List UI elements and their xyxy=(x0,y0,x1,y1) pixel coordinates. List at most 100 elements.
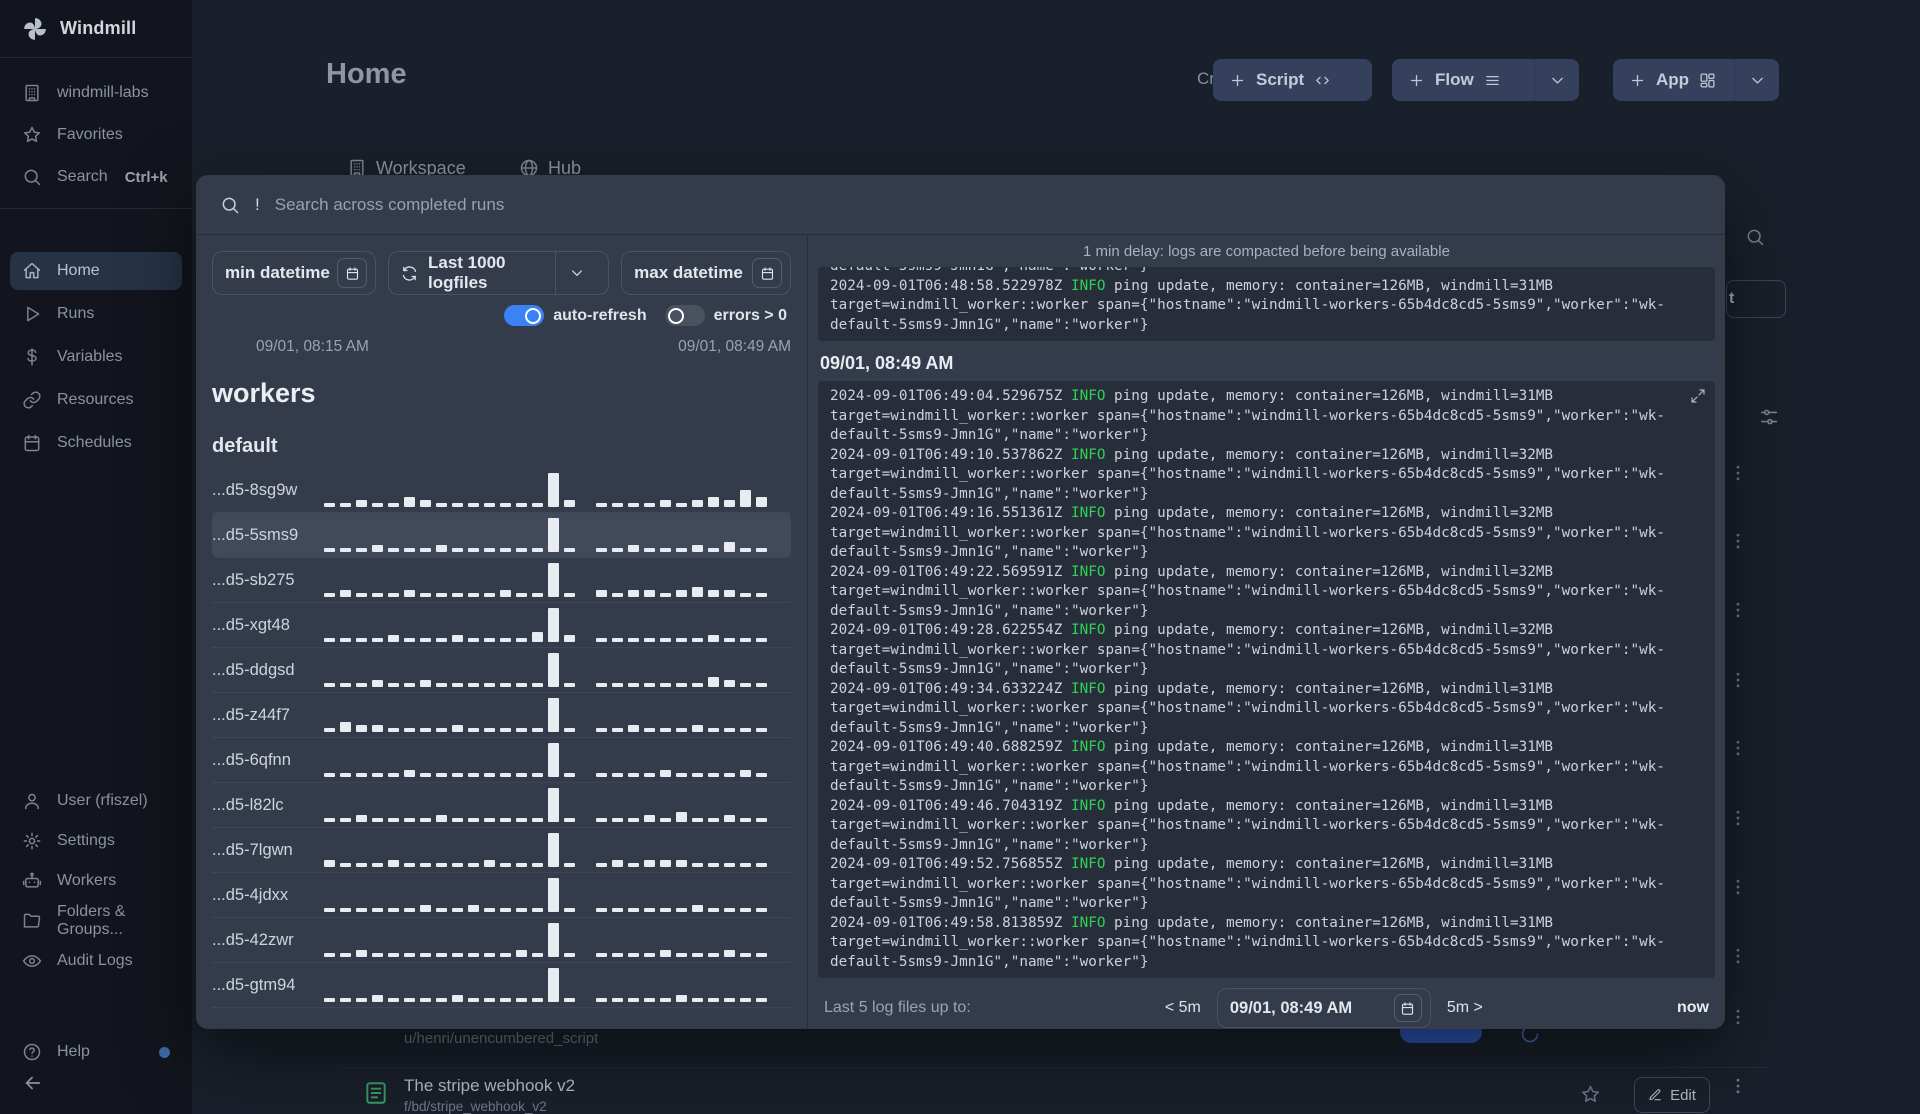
menu-icon xyxy=(1484,72,1501,89)
create-flow-button[interactable]: Flow xyxy=(1392,59,1579,101)
worker-row[interactable]: ...d5-sb275 xyxy=(212,558,791,603)
worker-row[interactable]: ...d5-ddgsd xyxy=(212,648,791,693)
errors-toggle[interactable]: errors > 0 xyxy=(664,305,787,326)
script-title[interactable]: The stripe webhook v2 xyxy=(404,1076,575,1096)
sidebar-item-windmill-labs[interactable]: windmill-labs xyxy=(0,72,192,114)
building-icon xyxy=(22,83,42,103)
sidebar-item-folders-groups[interactable]: Folders & Groups... xyxy=(0,901,192,941)
chevron-down-icon[interactable] xyxy=(556,265,598,281)
now-button[interactable]: now xyxy=(1677,999,1709,1017)
calendar-icon[interactable] xyxy=(337,258,367,288)
runs-search-input[interactable]: ! Search across completed runs xyxy=(196,175,1725,235)
toggle-knob xyxy=(667,307,684,324)
collapse-sidebar-button[interactable] xyxy=(22,1072,44,1094)
spark-bar xyxy=(388,818,399,822)
log-line: default-5sms9-Jmn1G","name":"worker"} xyxy=(830,661,1149,677)
spark-bar xyxy=(324,593,335,597)
create-app-main[interactable]: App xyxy=(1613,59,1734,101)
search-icon[interactable] xyxy=(1745,227,1765,247)
worker-row[interactable]: ...d5-z44f7 xyxy=(212,693,791,738)
spark-bar xyxy=(564,728,575,732)
spark-bar xyxy=(516,773,527,777)
min-datetime-input[interactable]: min datetime xyxy=(212,251,376,295)
create-script-button[interactable]: Script xyxy=(1213,59,1372,101)
sidebar-item-search[interactable]: Search Ctrl+k xyxy=(0,156,192,198)
expand-icon[interactable] xyxy=(1690,388,1706,404)
create-app-button[interactable]: App xyxy=(1613,59,1779,101)
forward-5m-button[interactable]: 5m > xyxy=(1447,999,1483,1017)
worker-row[interactable]: ...d5-7lgwn xyxy=(212,828,791,873)
auto-refresh-toggle[interactable]: auto-refresh xyxy=(504,305,647,326)
logfiles-dropdown[interactable]: Last 1000 logfiles xyxy=(388,251,610,295)
worker-activity-sparkline xyxy=(324,513,791,557)
create-flow-main[interactable]: Flow xyxy=(1392,59,1534,101)
log-level: INFO xyxy=(1071,388,1106,404)
spark-bar xyxy=(500,863,511,867)
log-level: INFO xyxy=(1071,622,1106,638)
row-menu-icon[interactable] xyxy=(1728,600,1748,620)
spark-bar xyxy=(756,908,767,912)
sidebar-item-variables[interactable]: Variables xyxy=(0,338,192,376)
row-divider xyxy=(342,1067,1770,1068)
spark-bar xyxy=(356,815,367,822)
spark-bar xyxy=(532,953,543,957)
spark-bar xyxy=(436,998,447,1002)
row-menu-icon[interactable] xyxy=(1728,463,1748,483)
calendar-icon[interactable] xyxy=(752,258,782,288)
log-message: ping update, memory: container=126MB, wi… xyxy=(1105,563,1554,580)
back-5m-button[interactable]: < 5m xyxy=(1165,999,1201,1017)
sidebar-item-settings[interactable]: Settings xyxy=(0,821,192,861)
spark-bar xyxy=(372,725,383,732)
spark-bar xyxy=(564,500,575,507)
flow-dropdown-button[interactable] xyxy=(1534,59,1579,101)
app-logo[interactable]: Windmill xyxy=(0,0,192,58)
row-menu-icon[interactable] xyxy=(1728,946,1748,966)
spark-bar xyxy=(324,818,335,822)
app-dropdown-button[interactable] xyxy=(1734,59,1779,101)
spark-bar xyxy=(324,953,335,957)
sidebar-item-help[interactable]: Help xyxy=(0,1031,192,1073)
sidebar-item-schedules[interactable]: Schedules xyxy=(0,424,192,462)
toggle-track[interactable] xyxy=(664,305,705,326)
worker-row[interactable]: ...d5-6qfnn xyxy=(212,738,791,783)
worker-row[interactable]: ...d5-8sg9w xyxy=(212,468,791,513)
sidebar-item-home[interactable]: Home xyxy=(10,252,182,290)
spark-bar xyxy=(372,863,383,867)
row-menu-icon[interactable] xyxy=(1728,877,1748,897)
sidebar-item-user-rfiszel[interactable]: User (rfiszel) xyxy=(0,781,192,821)
spark-bar xyxy=(484,818,495,822)
row-menu-icon[interactable] xyxy=(1728,531,1748,551)
worker-row[interactable]: ...d5-l82lc xyxy=(212,783,791,828)
row-menu-icon[interactable] xyxy=(1728,738,1748,758)
row-menu-icon[interactable] xyxy=(1728,808,1748,828)
worker-row[interactable]: ...d5-gtm94 xyxy=(212,963,791,1008)
edit-button[interactable]: Edit xyxy=(1634,1077,1710,1113)
calendar-icon[interactable] xyxy=(1393,994,1422,1022)
spark-bar xyxy=(628,683,639,687)
sidebar-item-runs[interactable]: Runs xyxy=(0,295,192,333)
sidebar-section-help: Help xyxy=(0,1031,192,1073)
favorite-star-icon[interactable] xyxy=(1580,1084,1601,1105)
spark-bar xyxy=(564,593,575,597)
toggle-track[interactable] xyxy=(504,305,545,326)
worker-row[interactable]: ...d5-5sms9 xyxy=(212,513,791,558)
worker-row[interactable]: ...d5-4jdxx xyxy=(212,873,791,918)
worker-row[interactable]: ...d5-42zwr xyxy=(212,918,791,963)
log-timestamp: 2024-09-01T06:49:40.688259Z xyxy=(830,739,1072,755)
spark-bar xyxy=(612,503,623,507)
spark-bar xyxy=(564,953,575,957)
sidebar-item-audit-logs[interactable]: Audit Logs xyxy=(0,941,192,981)
filter-sliders-icon[interactable] xyxy=(1758,406,1780,428)
sidebar-item-workers[interactable]: Workers xyxy=(0,861,192,901)
sidebar-item-favorites[interactable]: Favorites xyxy=(0,114,192,156)
plus-icon xyxy=(1408,72,1425,89)
log-datetime-input[interactable]: 09/01, 08:49 AM xyxy=(1216,988,1431,1028)
row-menu-icon[interactable] xyxy=(1728,670,1748,690)
worker-row[interactable]: ...d5-xgt48 xyxy=(212,603,791,648)
row-menu-icon[interactable] xyxy=(1728,1076,1748,1096)
max-datetime-input[interactable]: max datetime xyxy=(621,251,791,295)
sidebar-item-resources[interactable]: Resources xyxy=(0,381,192,419)
spark-bar xyxy=(404,590,415,597)
sidebar-item-label: Help xyxy=(57,1043,90,1060)
row-menu-icon[interactable] xyxy=(1728,1007,1748,1027)
